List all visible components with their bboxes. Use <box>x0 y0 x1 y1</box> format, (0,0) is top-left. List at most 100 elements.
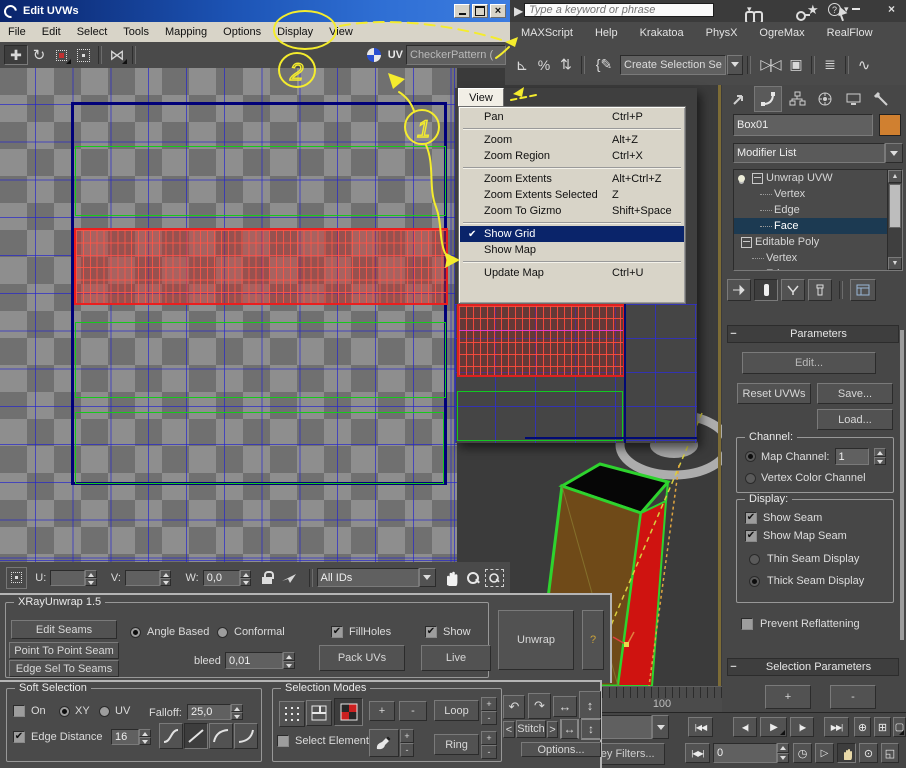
loop-button[interactable]: Loop <box>434 700 479 721</box>
tab-motion-icon[interactable] <box>812 87 838 111</box>
menu-item-zoom-extents-selected[interactable]: Zoom Extents Selected Z <box>460 187 684 203</box>
panel-scrollbar[interactable] <box>900 330 904 640</box>
play-button[interactable]: ▶ <box>760 717 787 737</box>
maximize-button[interactable] <box>472 4 488 18</box>
paint-size-spinners[interactable]: + - <box>400 729 414 757</box>
go-to-start-button[interactable]: |◀◀ <box>688 717 713 737</box>
pan-hand-icon[interactable] <box>837 743 856 763</box>
timeline-ruler[interactable]: 100 <box>602 686 722 712</box>
frame-spinner[interactable] <box>777 743 789 763</box>
stack-row-vertex-2[interactable]: Vertex <box>734 250 902 266</box>
mirror-tool-icon[interactable]: ⋈ <box>106 45 128 65</box>
stack-row-editable-poly[interactable]: Editable Poly <box>734 234 902 250</box>
scale-tool-icon[interactable] <box>50 45 72 65</box>
point-to-point-seam-button[interactable]: Point To Point Seam <box>9 642 119 659</box>
menu-physx[interactable]: PhysX <box>695 24 749 42</box>
menu-edit[interactable]: Edit <box>34 24 69 40</box>
make-unique-icon[interactable] <box>781 279 805 301</box>
u-field[interactable] <box>50 569 86 586</box>
uv-shell-selected[interactable] <box>74 228 448 305</box>
edit-seams-button[interactable]: Edit Seams <box>11 620 117 639</box>
edit-button[interactable]: Edit... <box>742 352 876 374</box>
texture-dropdown[interactable]: CheckerPattern ( <box>406 45 506 65</box>
v-spinner[interactable] <box>159 569 172 586</box>
selection-set-dropdown-arrow[interactable] <box>727 54 743 75</box>
orbit-icon[interactable]: ⊙ <box>859 743 878 763</box>
menu-tools[interactable]: Tools <box>115 24 157 40</box>
stitch-button[interactable]: Stitch <box>516 720 546 738</box>
edge-mode-icon[interactable] <box>306 700 332 726</box>
go-to-end-button[interactable]: ▶▶| <box>824 717 849 737</box>
menu-item-zoom-region[interactable]: Zoom Region Ctrl+X <box>460 148 684 164</box>
minimize-button[interactable] <box>454 4 470 18</box>
stack-row-edge[interactable]: Edge <box>734 202 902 218</box>
stitch-right-button[interactable]: > <box>547 721 558 738</box>
menu-mapping[interactable]: Mapping <box>157 24 215 40</box>
modifier-stack[interactable]: Unwrap UVW Vertex Edge Face Editable Pol… <box>733 169 903 271</box>
w-spinner[interactable] <box>239 569 252 586</box>
selection-parameters-rollout-header[interactable]: − Selection Parameters <box>727 658 899 676</box>
save-button[interactable]: Save... <box>817 383 893 404</box>
move-tool-icon[interactable]: ✚ <box>4 45 28 65</box>
uv-shell-middle[interactable] <box>75 322 446 398</box>
zoom-region-icon[interactable] <box>484 568 504 587</box>
conformal-radio[interactable] <box>217 626 228 638</box>
minimize-icon[interactable] <box>852 8 860 10</box>
maximize-viewport-icon[interactable]: ◱ <box>881 743 899 763</box>
selection-set-dropdown[interactable]: Create Selection Se <box>620 54 726 75</box>
menu-file[interactable]: File <box>0 24 34 40</box>
uv-badge[interactable]: UV <box>388 49 403 61</box>
menu-select[interactable]: Select <box>69 24 116 40</box>
lock-selection-icon[interactable] <box>261 570 275 585</box>
paint-select-icon[interactable] <box>369 729 399 757</box>
xy-radio[interactable] <box>59 705 70 717</box>
unwrap-button[interactable]: Unwrap <box>498 610 574 670</box>
close-button[interactable]: × <box>490 4 506 18</box>
bleed-field[interactable]: 0,01 <box>225 652 283 669</box>
load-button[interactable]: Load... <box>817 409 893 430</box>
curve-editor-icon[interactable]: ∿ <box>853 55 875 75</box>
angle-snap-icon[interactable]: ⊾ <box>511 55 533 75</box>
tab-hierarchy-icon[interactable] <box>784 87 810 111</box>
menu-item-zoom-to-gizmo[interactable]: Zoom To Gizmo Shift+Space <box>460 203 684 219</box>
object-color-swatch[interactable] <box>879 114 901 136</box>
menu-krakatoa[interactable]: Krakatoa <box>629 24 695 42</box>
object-name-field[interactable]: Box01 <box>733 114 873 136</box>
edit-uvws-title-bar[interactable]: Edit UVWs × <box>0 0 510 22</box>
menu-item-show-grid[interactable]: Show Grid <box>460 226 684 242</box>
map-channel-radio[interactable] <box>745 451 756 462</box>
filter-icon[interactable] <box>281 571 298 585</box>
align-vertical-icon[interactable]: ↕ <box>581 718 601 740</box>
menu-item-zoom-extents[interactable]: Zoom Extents Alt+Ctrl+Z <box>460 171 684 187</box>
menu-help[interactable]: Help <box>584 24 629 42</box>
zoom-in-time-icon[interactable]: ⊕ <box>854 717 871 737</box>
xray-help-button[interactable]: ? <box>582 610 604 670</box>
show-checkbox[interactable] <box>425 626 437 638</box>
selection-minus-button[interactable]: - <box>830 685 876 709</box>
stack-row-vertex[interactable]: Vertex <box>734 186 902 202</box>
loop-spinners[interactable]: + - <box>481 697 497 725</box>
zoom-icon[interactable] <box>465 570 481 586</box>
thick-seam-radio[interactable] <box>749 575 760 587</box>
stack-scrollbar[interactable]: ▲ ▼ <box>887 170 902 270</box>
stack-row-face[interactable]: Face <box>734 218 902 234</box>
falloff-smooth-icon[interactable] <box>159 723 183 749</box>
show-end-result-icon[interactable] <box>754 279 778 301</box>
next-frame-button[interactable]: |▶ <box>790 717 814 737</box>
freeform-tool-icon[interactable] <box>72 45 94 65</box>
tab-display-icon[interactable] <box>840 87 866 111</box>
time-configuration-icon[interactable]: ◷ <box>793 743 812 763</box>
modifier-list-dropdown[interactable]: Modifier List <box>733 143 885 163</box>
thin-seam-radio[interactable] <box>749 553 760 565</box>
material-id-arrow[interactable] <box>419 568 436 587</box>
menu-item-update-map[interactable]: Update Map Ctrl+U <box>460 265 684 281</box>
menu-display[interactable]: Display <box>269 24 321 40</box>
current-frame-field[interactable]: 0 <box>713 743 777 763</box>
selected-object-mode-icon[interactable]: ▷ <box>815 743 834 763</box>
ring-button[interactable]: Ring <box>434 734 479 755</box>
material-id-dropdown[interactable]: All IDs <box>316 568 420 587</box>
align-icon[interactable]: ▣ <box>785 55 807 75</box>
modifier-list-arrow[interactable] <box>885 143 903 163</box>
w-field[interactable]: 0,0 <box>202 569 240 586</box>
rotate-tool-icon[interactable]: ↻ <box>28 45 50 65</box>
